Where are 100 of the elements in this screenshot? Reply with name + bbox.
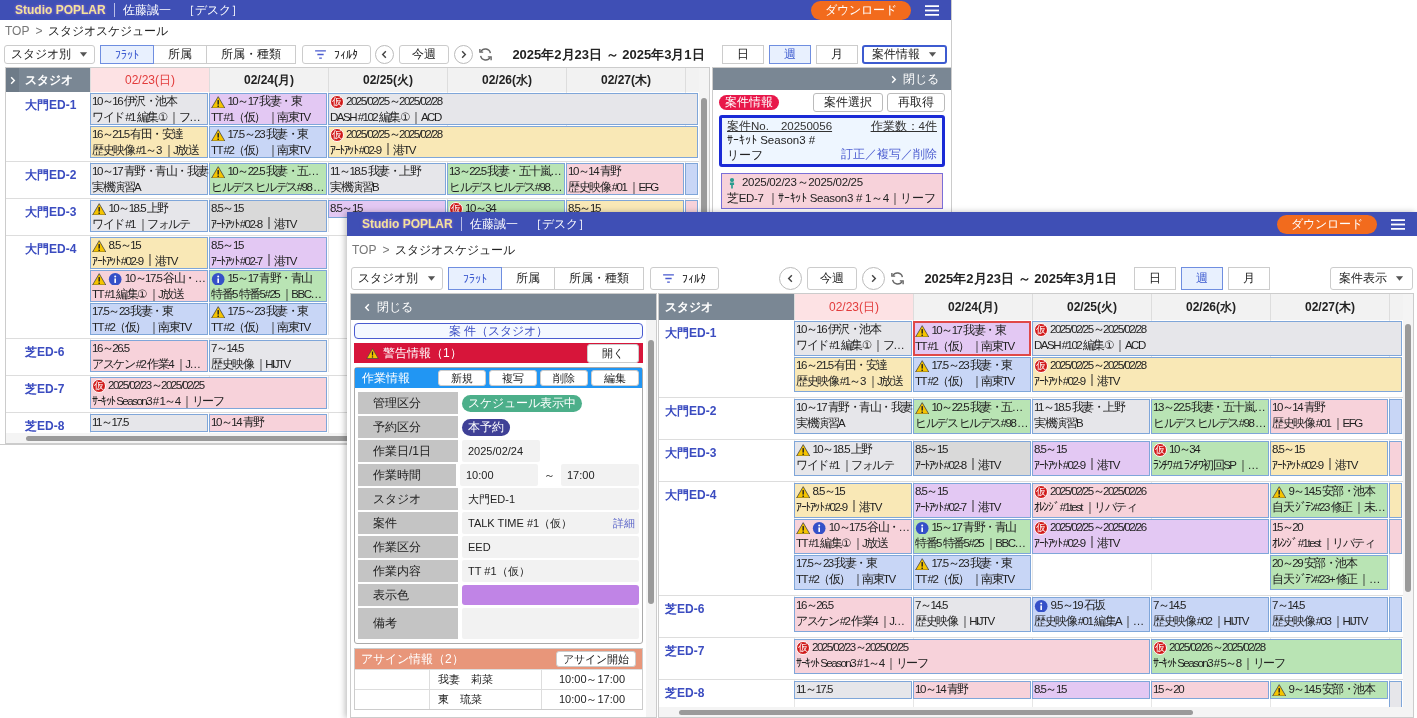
- schedule-block[interactable]: 10～17 青野・青山・我妻 実機演習A: [794, 399, 912, 434]
- view-dropdown[interactable]: スタジオ別: [351, 267, 443, 290]
- view-mode-tab[interactable]: 所属: [153, 45, 207, 64]
- studio-name[interactable]: 芝ED-6: [19, 339, 90, 372]
- panel-dropdown[interactable]: 案件表示: [1330, 267, 1413, 290]
- panel-button[interactable]: 案件選択: [813, 93, 883, 112]
- panel-button[interactable]: 再取得: [887, 93, 945, 112]
- schedule-block[interactable]: 10～22.5 我妻・五… ヒルデス ヒルデス#98 …: [209, 163, 327, 195]
- assign-start-button[interactable]: アサイン開始: [556, 651, 636, 667]
- close-panel-button[interactable]: 閉じる: [357, 297, 419, 317]
- schedule-block[interactable]: 8.5～15 ｱｰﾄｱｯﾄ #02-9 ｜港TV: [90, 237, 208, 269]
- schedule-block[interactable]: 仮 2025/02/26～2025/02/28 ｻｰｷｯﾄ Season3 # 5～8 ｜リーフ: [1151, 639, 1402, 674]
- schedule-block[interactable]: 10～17.5 谷山・… TT #1 編集① ｜J放送: [794, 519, 912, 554]
- vertical-scrollbar[interactable]: [1403, 294, 1413, 707]
- schedule-block[interactable]: 16～21.5 有田・安達 歴史映像 #1～3 ｜J放送: [794, 357, 912, 392]
- schedule-block[interactable]: [1389, 483, 1402, 518]
- app-logo[interactable]: Studio POPLAR: [362, 217, 462, 231]
- previous-button[interactable]: [375, 45, 395, 64]
- filter-button[interactable]: ﾌｨﾙﾀ: [302, 45, 371, 64]
- schedule-block[interactable]: [1389, 597, 1402, 632]
- schedule-block[interactable]: 7～14.5 歴史映像 #02 ｜HIJTV: [1151, 597, 1269, 632]
- period-tab[interactable]: 週: [1180, 267, 1223, 290]
- period-tab[interactable]: 月: [815, 45, 858, 64]
- schedule-block[interactable]: 仮 2025/02/25～2025/02/26 ｵﾚﾝｼﾞ #1test ｜リバティ: [1032, 483, 1269, 518]
- menu-icon[interactable]: [1391, 218, 1405, 230]
- schedule-block[interactable]: 17.5～23 我妻・東 TT #2（仮） ｜南東TV: [913, 555, 1031, 590]
- schedule-block[interactable]: 11～17.5: [90, 414, 208, 433]
- schedule-block[interactable]: 11～17.5: [794, 681, 912, 700]
- schedule-block[interactable]: 9.5～19 石坂 歴史映像 #01 編集A ｜…: [1032, 597, 1150, 632]
- schedule-block[interactable]: 仮 10～34 ﾗﾝﾁﾜ #1 ﾗﾝﾁﾜ初回SP ｜…: [1151, 441, 1269, 476]
- studio-name[interactable]: 芝ED-6: [659, 596, 794, 632]
- section-button[interactable]: 新規: [438, 370, 486, 386]
- close-panel-button[interactable]: 閉じる: [883, 69, 945, 89]
- schedule-block[interactable]: 仮 2025/02/23～2025/02/25 ｻｰｷｯﾄ Season3 # 1～4 ｜リーフ: [90, 377, 327, 409]
- view-mode-tab[interactable]: 所属・種類: [206, 45, 296, 64]
- studio-name[interactable]: 芝ED-7: [19, 376, 90, 409]
- open-button[interactable]: 開く: [587, 343, 639, 363]
- case-card[interactable]: 案件No. 20250056 作業数：4件 ｻｰｷｯﾄ Season3 # リーフ 訂正／複写／削除: [719, 115, 945, 167]
- schedule-block[interactable]: 11～18.5 我妻・上野 実機演習B: [328, 163, 446, 195]
- schedule-block[interactable]: 8.5～15 ｱｰﾄｱｯﾄ #02-8 ｜港TV: [913, 441, 1031, 476]
- schedule-block[interactable]: 10～17 青野・青山・我妻 実機演習A: [90, 163, 208, 195]
- schedule-block[interactable]: 17.5～23 我妻・東 TT #2（仮） ｜南東TV: [794, 555, 912, 590]
- assignment-card[interactable]: 2025/02/23～2025/02/25 芝ED-7 ｜ｻｰｷｯﾄ Season3 # 1～4｜リーフ: [721, 173, 943, 209]
- schedule-block[interactable]: [1389, 441, 1402, 476]
- expand-toggle[interactable]: [6, 68, 19, 92]
- color-swatch[interactable]: [462, 585, 639, 605]
- this-week-button[interactable]: 今週: [399, 45, 450, 64]
- studio-name[interactable]: 大門ED-4: [659, 482, 794, 590]
- schedule-block[interactable]: [1389, 681, 1402, 707]
- schedule-block[interactable]: 20～29 安部・池本 自天 ｼﾞﾃﾝ#23+ 修正 ｜…: [1270, 555, 1388, 590]
- schedule-block[interactable]: 仮 2025/02/25～2025/02/28 DASH #102 編集① ｜ACD: [328, 93, 698, 125]
- schedule-block[interactable]: [1389, 399, 1402, 434]
- studio-name[interactable]: 芝ED-8: [659, 680, 794, 707]
- detail-link[interactable]: 詳細: [613, 515, 635, 531]
- next-button[interactable]: [862, 267, 886, 290]
- schedule-block[interactable]: 10～14 青野 歴史映像 #01 ｜EFG: [1270, 399, 1388, 434]
- schedule-block[interactable]: 10～14 青野 歴史映像 #01 ｜EFG: [566, 163, 684, 195]
- schedule-block[interactable]: 13～22.5 我妻・五十嵐… ヒルデス ヒルデス#98 …: [447, 163, 565, 195]
- schedule-block[interactable]: 17.5～23 我妻・東 TT #2（仮） ｜南東TV: [209, 303, 327, 335]
- app-logo[interactable]: Studio POPLAR: [15, 3, 115, 17]
- studio-name[interactable]: 芝ED-7: [659, 638, 794, 674]
- time-field[interactable]: 10:00: [460, 464, 538, 486]
- case-actions-link[interactable]: 訂正／複写／削除: [841, 147, 937, 162]
- studio-name[interactable]: 大門ED-3: [659, 440, 794, 476]
- schedule-block[interactable]: 10～18.5 上野 ワイド #1 ｜フォルテ: [90, 200, 208, 232]
- period-tab[interactable]: 日: [721, 45, 764, 64]
- schedule-block[interactable]: 8.5～15 ｱｰﾄｱｯﾄ #02-9 ｜港TV: [1032, 441, 1150, 476]
- breadcrumb-link[interactable]: TOP: [5, 24, 30, 38]
- schedule-block[interactable]: [685, 163, 698, 195]
- case-number-link[interactable]: 案件No. 20250056: [727, 120, 833, 134]
- work-count-link[interactable]: 作業数：4件: [870, 120, 937, 134]
- schedule-block[interactable]: 16～26.5 アスケン #2 作業4 ｜J…: [794, 597, 912, 632]
- schedule-block[interactable]: 仮 2025/02/23～2025/02/25 ｻｰｷｯﾄ Season3 # 1～4 ｜リーフ: [794, 639, 1150, 674]
- schedule-block[interactable]: 9～14.5 安部・池本 自天 ｼﾞﾃﾝ#23 修正 ｜未…: [1270, 483, 1388, 518]
- studio-name[interactable]: 大門ED-3: [19, 199, 90, 232]
- section-button[interactable]: 編集: [591, 370, 639, 386]
- schedule-block[interactable]: 16～26.5 アスケン #2 作業4 ｜J…: [90, 340, 208, 372]
- horizontal-scrollbar[interactable]: [659, 707, 1413, 717]
- studio-name[interactable]: 大門ED-1: [659, 320, 794, 392]
- schedule-block[interactable]: 16～21.5 有田・安達 歴史映像 #1～3 ｜J放送: [90, 126, 208, 158]
- schedule-block[interactable]: 10～16 伊沢・池本 ワイド #1 編集① ｜フ…: [794, 321, 912, 356]
- schedule-block[interactable]: 15～20: [1151, 681, 1269, 700]
- studio-name[interactable]: 大門ED-2: [19, 162, 90, 195]
- breadcrumb-link[interactable]: TOP: [352, 243, 377, 257]
- schedule-block[interactable]: 7～14.5 歴史映像 ｜HIJTV: [209, 340, 327, 372]
- schedule-block[interactable]: 10～22.5 我妻・五… ヒルデス ヒルデス#98 …: [913, 399, 1031, 434]
- period-tab[interactable]: 日: [1133, 267, 1176, 290]
- schedule-block[interactable]: 11～18.5 我妻・上野 実機演習B: [1032, 399, 1150, 434]
- schedule-block[interactable]: 10～14 青野: [209, 414, 327, 433]
- period-tab[interactable]: 週: [768, 45, 811, 64]
- next-button[interactable]: [454, 45, 474, 64]
- schedule-block[interactable]: 10～17 我妻・東 TT #1（仮） ｜南東TV: [913, 321, 1031, 356]
- schedule-block[interactable]: 仮 2025/02/25～2025/02/26 ｱｰﾄｱｯﾄ #02-9 ｜港TV: [1032, 519, 1269, 554]
- view-mode-tab[interactable]: 所属: [501, 267, 555, 290]
- panel-dropdown[interactable]: 案件情報: [862, 45, 947, 64]
- schedule-block[interactable]: [1389, 519, 1402, 554]
- view-mode-tab[interactable]: ﾌﾗｯﾄ: [100, 45, 154, 64]
- schedule-block[interactable]: 7～14.5 歴史映像 ｜HIJTV: [913, 597, 1031, 632]
- view-mode-tab[interactable]: ﾌﾗｯﾄ: [448, 267, 502, 290]
- schedule-block[interactable]: 仮 2025/02/25～2025/02/28 ｱｰﾄｱｯﾄ #02-9 ｜港TV: [328, 126, 698, 158]
